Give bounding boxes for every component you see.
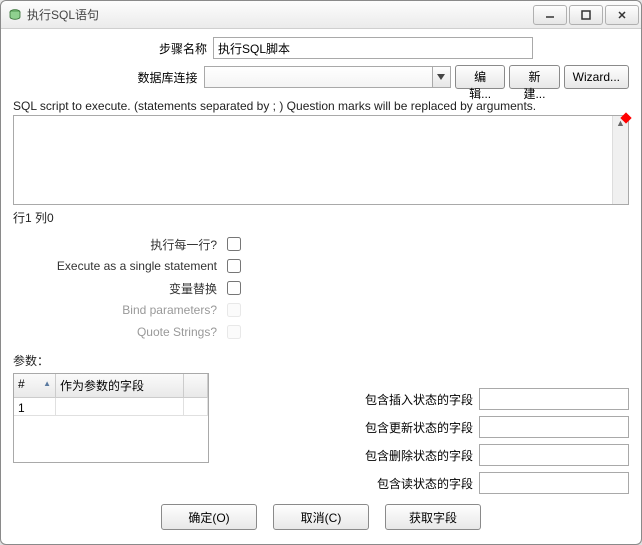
db-connection-combo[interactable] bbox=[204, 66, 451, 88]
sql-script-label: SQL script to execute. (statements separ… bbox=[13, 99, 629, 113]
bottom-area: # ▲ 作为参数的字段 1 包含插入状态的字段 bbox=[13, 373, 629, 496]
new-connection-button[interactable]: 新建... bbox=[509, 65, 559, 89]
ok-button[interactable]: 确定(O) bbox=[161, 504, 257, 530]
column-num-header[interactable]: # ▲ bbox=[14, 374, 56, 397]
chevron-down-icon bbox=[432, 67, 450, 87]
row-num-cell: 1 bbox=[14, 398, 56, 416]
update-status-input[interactable] bbox=[479, 416, 629, 438]
db-connection-label: 数据库连接 bbox=[13, 69, 204, 86]
bind-parameters-checkbox bbox=[227, 303, 241, 317]
parameters-label: 参数： bbox=[13, 352, 629, 369]
window-title: 执行SQL语句 bbox=[27, 6, 533, 23]
delete-status-input[interactable] bbox=[479, 444, 629, 466]
app-icon bbox=[7, 7, 23, 23]
sql-script-input[interactable] bbox=[14, 116, 612, 204]
dialog-content: 步骤名称 数据库连接 编辑... 新建... Wizard... SQL scr… bbox=[1, 29, 641, 544]
maximize-button[interactable] bbox=[569, 5, 603, 25]
titlebar: 执行SQL语句 bbox=[1, 1, 641, 29]
dialog-footer: 确定(O) 取消(C) 获取字段 bbox=[13, 496, 629, 540]
row-field-cell[interactable] bbox=[56, 398, 184, 416]
variable-substitution-checkbox[interactable] bbox=[227, 281, 241, 295]
column-field-header[interactable]: 作为参数的字段 bbox=[56, 374, 184, 397]
cancel-button[interactable]: 取消(C) bbox=[273, 504, 369, 530]
variable-substitution-label: 变量替换 bbox=[13, 280, 223, 297]
parameters-table-body: 1 bbox=[14, 398, 208, 416]
edit-connection-button[interactable]: 编辑... bbox=[455, 65, 505, 89]
sql-script-area: ▲ bbox=[13, 115, 629, 205]
update-status-label: 包含更新状态的字段 bbox=[365, 419, 479, 436]
execute-each-row-checkbox[interactable] bbox=[227, 237, 241, 251]
parameters-table-header: # ▲ 作为参数的字段 bbox=[14, 374, 208, 398]
single-statement-checkbox[interactable] bbox=[227, 259, 241, 273]
step-name-input[interactable] bbox=[213, 37, 533, 59]
step-name-label: 步骤名称 bbox=[13, 40, 213, 57]
options-group: 执行每一行? Execute as a single statement 变量替… bbox=[13, 232, 629, 344]
read-status-input[interactable] bbox=[479, 472, 629, 494]
minimize-button[interactable] bbox=[533, 5, 567, 25]
wizard-button[interactable]: Wizard... bbox=[564, 65, 629, 89]
delete-status-label: 包含删除状态的字段 bbox=[365, 447, 479, 464]
quote-strings-checkbox bbox=[227, 325, 241, 339]
close-button[interactable] bbox=[605, 5, 639, 25]
row-extra-cell[interactable] bbox=[184, 398, 208, 416]
bind-parameters-label: Bind parameters? bbox=[13, 303, 223, 317]
window-controls bbox=[533, 5, 639, 25]
execute-each-row-label: 执行每一行? bbox=[13, 236, 223, 253]
table-row[interactable]: 1 bbox=[14, 398, 208, 416]
get-fields-button[interactable]: 获取字段 bbox=[385, 504, 481, 530]
dialog-window: 执行SQL语句 步骤名称 数据库连接 编辑... 新建... Wizard...… bbox=[0, 0, 642, 545]
parameters-table[interactable]: # ▲ 作为参数的字段 1 bbox=[13, 373, 209, 463]
single-statement-label: Execute as a single statement bbox=[13, 259, 223, 273]
read-status-label: 包含读状态的字段 bbox=[377, 475, 479, 492]
column-extra-header[interactable] bbox=[184, 374, 208, 397]
scrollbar[interactable]: ▲ bbox=[612, 116, 628, 204]
status-fields-group: 包含插入状态的字段 包含更新状态的字段 包含删除状态的字段 包含读状态的字段 bbox=[227, 373, 629, 496]
cursor-position-label: 行1 列0 bbox=[13, 209, 629, 226]
insert-status-label: 包含插入状态的字段 bbox=[365, 391, 479, 408]
insert-status-input[interactable] bbox=[479, 388, 629, 410]
quote-strings-label: Quote Strings? bbox=[13, 325, 223, 339]
sort-asc-icon: ▲ bbox=[43, 379, 51, 388]
